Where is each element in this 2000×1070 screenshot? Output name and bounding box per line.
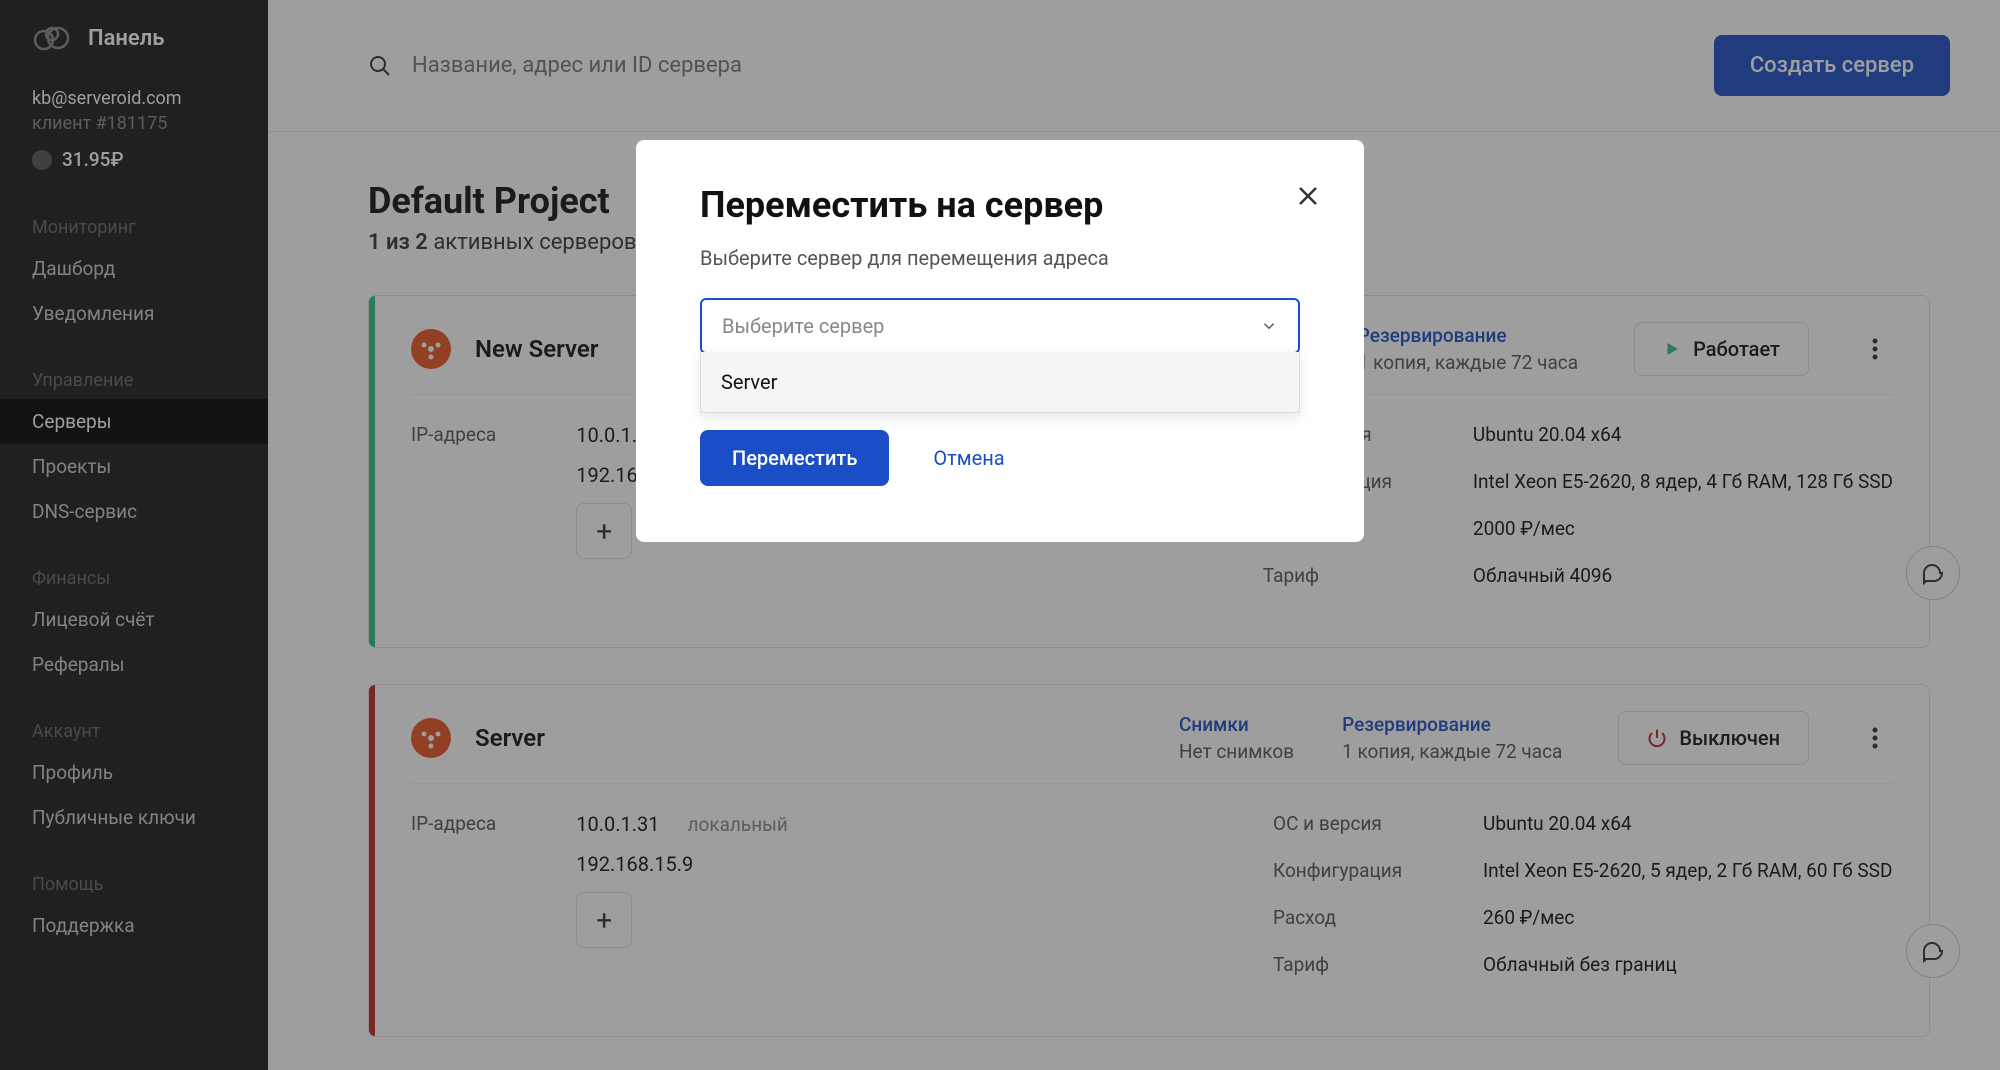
modal-subtitle: Выберите сервер для перемещения адреса bbox=[700, 246, 1300, 270]
modal-title: Переместить на сервер bbox=[700, 184, 1300, 226]
modal-overlay[interactable]: Переместить на сервер Выберите сервер дл… bbox=[0, 0, 2000, 1070]
server-select[interactable]: Выберите сервер Server bbox=[700, 298, 1300, 354]
cancel-button[interactable]: Отмена bbox=[913, 430, 1024, 486]
move-server-modal: Переместить на сервер Выберите сервер дл… bbox=[636, 140, 1364, 542]
dropdown-option[interactable]: Server bbox=[701, 352, 1299, 412]
chevron-down-icon bbox=[1260, 317, 1278, 335]
select-placeholder: Выберите сервер bbox=[722, 314, 884, 338]
server-dropdown: Server bbox=[700, 352, 1300, 413]
close-icon bbox=[1296, 184, 1320, 208]
close-button[interactable] bbox=[1296, 184, 1320, 212]
move-submit-button[interactable]: Переместить bbox=[700, 430, 889, 486]
